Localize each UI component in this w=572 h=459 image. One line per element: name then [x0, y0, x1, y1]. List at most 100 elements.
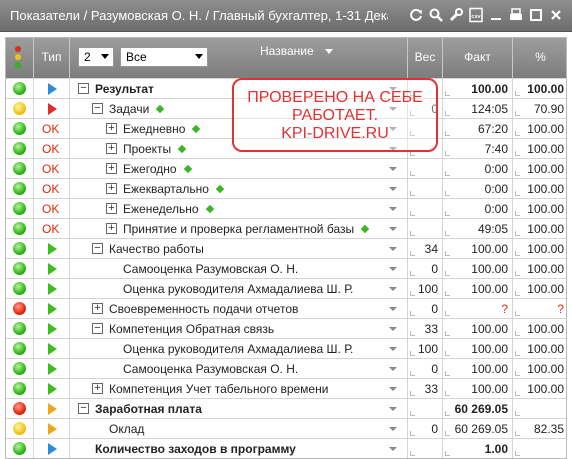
pct-cell[interactable] [513, 439, 568, 458]
table-row[interactable]: Оценка руководителя Ахмадалиева Ш. Р. 100… [6, 338, 566, 358]
table-row[interactable]: OK + Еженедельно 0:00 100.00 [6, 198, 566, 218]
wrench-icon[interactable] [448, 7, 464, 23]
name-cell[interactable]: Самооценка Разумовская О. Н. [70, 259, 408, 278]
fakt-cell[interactable]: 67:20 [443, 119, 513, 138]
pct-cell[interactable] [513, 399, 568, 418]
sort-dropdown-icon[interactable] [324, 49, 333, 55]
table-row[interactable]: Самооценка Разумовская О. Н. 0 100.00 100.0… [6, 258, 566, 278]
name-cell[interactable]: − Заработная плата [70, 399, 408, 418]
ves-cell[interactable]: 0 [408, 359, 443, 378]
name-cell[interactable]: Самооценка Разумовская О. Н. [70, 359, 408, 378]
table-row[interactable]: OK + Принятие и проверка регламентной базы… [6, 218, 566, 238]
collapse-icon[interactable]: − [92, 243, 103, 254]
ves-cell[interactable]: 34 [408, 239, 443, 258]
pct-cell[interactable]: 100.00 [513, 79, 568, 98]
fakt-cell[interactable]: ? [443, 299, 513, 318]
row-menu-icon[interactable] [389, 207, 397, 211]
name-cell[interactable]: Оценка руководителя Ахмадалиева Ш. Р. [70, 279, 408, 298]
fakt-cell[interactable]: 100.00 [443, 339, 513, 358]
pct-cell[interactable]: 100.00 [513, 359, 568, 378]
fakt-column-header[interactable]: Факт [443, 38, 513, 78]
name-cell[interactable]: − Качество работы [70, 239, 408, 258]
row-menu-icon[interactable] [389, 447, 397, 451]
fakt-cell[interactable]: 0:00 [443, 199, 513, 218]
close-icon[interactable] [548, 7, 564, 23]
fakt-cell[interactable]: 60 269.05 [443, 419, 513, 438]
row-menu-icon[interactable] [389, 247, 397, 251]
expand-icon[interactable]: + [106, 203, 117, 214]
table-row[interactable]: OK + Ежегодно 0:00 100.00 [6, 158, 566, 178]
row-menu-icon[interactable] [389, 287, 397, 291]
ves-cell[interactable]: 0 [408, 419, 443, 438]
ves-cell[interactable]: 100 [408, 339, 443, 358]
fakt-cell[interactable]: 100.00 [443, 259, 513, 278]
table-row[interactable]: − Заработная плата 60 269.05 [6, 398, 566, 418]
row-menu-icon[interactable] [389, 347, 397, 351]
pct-cell[interactable]: 100.00 [513, 239, 568, 258]
row-menu-icon[interactable] [389, 327, 397, 331]
collapse-icon[interactable]: − [92, 323, 103, 334]
table-row[interactable]: Оценка руководителя Ахмадалиева Ш. Р. 100… [6, 278, 566, 298]
table-row[interactable]: − Компетенция Обратная связь 33 100.00 100.0… [6, 318, 566, 338]
fakt-cell[interactable]: 100.00 [443, 239, 513, 258]
row-menu-icon[interactable] [389, 167, 397, 171]
expand-icon[interactable]: + [106, 223, 117, 234]
pct-cell[interactable]: 70.90 [513, 99, 568, 118]
filter-select[interactable]: Все [120, 47, 208, 67]
row-menu-icon[interactable] [389, 367, 397, 371]
fakt-cell[interactable]: 0:00 [443, 179, 513, 198]
row-menu-icon[interactable] [389, 267, 397, 271]
name-cell[interactable]: Количество заходов в программу [70, 439, 408, 458]
table-row[interactable]: OK + Ежеквартально 0:00 100.00 [6, 178, 566, 198]
pct-cell[interactable]: 100.00 [513, 159, 568, 178]
print-icon[interactable] [508, 7, 524, 23]
table-row[interactable]: Количество заходов в программу 1.00 [6, 438, 566, 458]
table-row[interactable]: Оклад 0 60 269.05 82.35 [6, 418, 566, 438]
name-cell[interactable]: Оценка руководителя Ахмадалиева Ш. Р. [70, 339, 408, 358]
collapse-icon[interactable]: − [78, 83, 89, 94]
pct-cell[interactable]: 100.00 [513, 279, 568, 298]
name-cell[interactable]: − Компетенция Обратная связь [70, 319, 408, 338]
level-select[interactable]: 2 [78, 47, 114, 67]
collapse-icon[interactable]: − [78, 403, 89, 414]
fakt-cell[interactable]: 124:05 [443, 99, 513, 118]
pct-cell[interactable]: 100.00 [513, 219, 568, 238]
table-row[interactable]: Самооценка Разумовская О. Н. 0 100.00 100.0… [6, 358, 566, 378]
fakt-cell[interactable]: 49:05 [443, 219, 513, 238]
name-cell[interactable]: + Компетенция Учет табельного времени [70, 379, 408, 398]
row-menu-icon[interactable] [389, 407, 397, 411]
name-column-header[interactable]: 2 Все Название [70, 38, 408, 78]
table-row[interactable]: − Качество работы 34 100.00 100.00 [6, 238, 566, 258]
name-cell[interactable]: + Своевременность подачи отчетов [70, 299, 408, 318]
row-menu-icon[interactable] [389, 427, 397, 431]
pct-cell[interactable]: ? [513, 299, 568, 318]
maximize-icon[interactable] [528, 7, 544, 23]
name-cell[interactable]: Оклад [70, 419, 408, 438]
pct-cell[interactable]: 100.00 [513, 319, 568, 338]
minimize-icon[interactable] [488, 7, 504, 23]
expand-icon[interactable]: + [106, 163, 117, 174]
expand-icon[interactable]: + [106, 123, 117, 134]
ves-cell[interactable]: 33 [408, 319, 443, 338]
fakt-cell[interactable]: 100.00 [443, 319, 513, 338]
pct-cell[interactable]: 100.00 [513, 119, 568, 138]
fakt-cell[interactable]: 0:00 [443, 159, 513, 178]
ves-cell[interactable] [408, 439, 443, 458]
fakt-cell[interactable]: 1.00 [443, 439, 513, 458]
pct-cell[interactable]: 100.00 [513, 139, 568, 158]
pct-column-header[interactable]: % [513, 38, 568, 78]
pct-cell[interactable]: 100.00 [513, 199, 568, 218]
csv-export-icon[interactable]: csv [468, 7, 484, 23]
name-cell[interactable]: + Еженедельно [70, 199, 408, 218]
refresh-icon[interactable] [408, 7, 424, 23]
ves-cell[interactable] [408, 399, 443, 418]
fakt-cell[interactable]: 100.00 [443, 359, 513, 378]
ves-cell[interactable]: 100 [408, 279, 443, 298]
ves-cell[interactable] [408, 179, 443, 198]
row-menu-icon[interactable] [389, 307, 397, 311]
name-cell[interactable]: + Принятие и проверка регламентной базы [70, 219, 408, 238]
pct-cell[interactable]: 100.00 [513, 179, 568, 198]
ves-column-header[interactable]: Вес [408, 38, 443, 78]
expand-icon[interactable]: + [92, 303, 103, 314]
ves-cell[interactable]: 0 [408, 259, 443, 278]
